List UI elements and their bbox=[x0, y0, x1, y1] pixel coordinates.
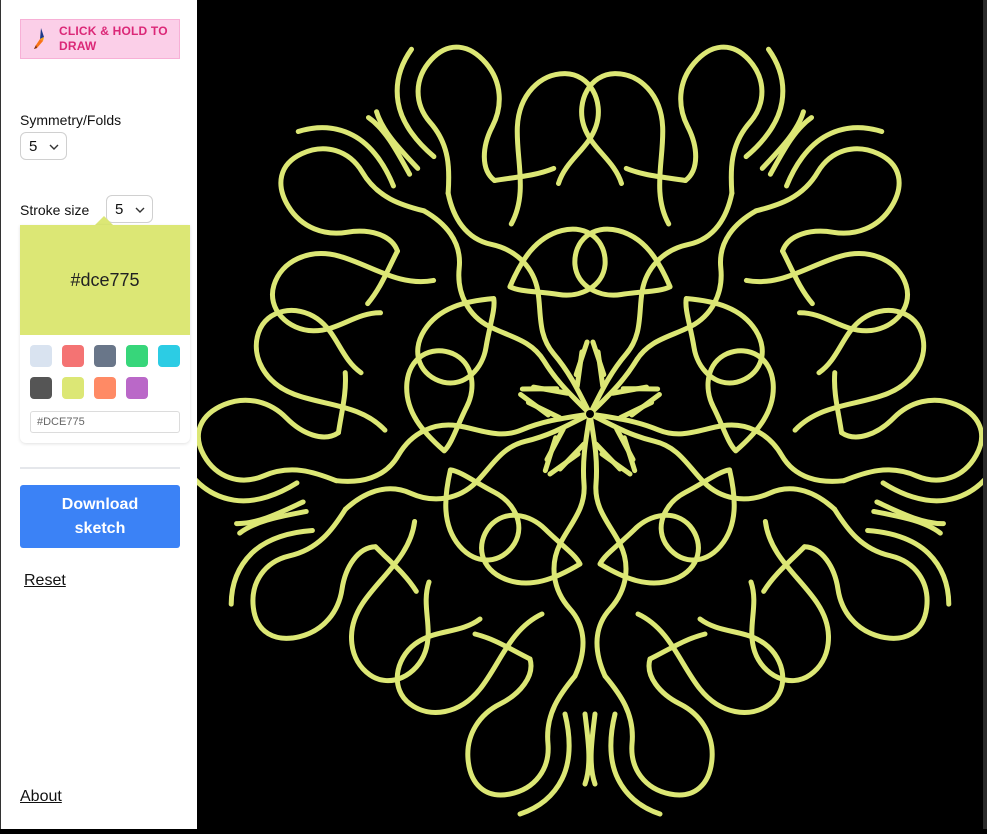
drawing-stroke bbox=[530, 384, 571, 396]
drawing-stroke bbox=[587, 411, 847, 484]
drawing-stroke-group bbox=[185, 308, 593, 527]
drawing-stroke bbox=[593, 441, 623, 472]
draw-hint-text: CLICK & HOLD TO DRAW bbox=[59, 24, 168, 53]
color-swatch[interactable] bbox=[94, 345, 116, 367]
symmetry-select[interactable]: 5 bbox=[20, 132, 67, 160]
chevron-down-icon bbox=[49, 144, 59, 150]
drawing-canvas[interactable] bbox=[185, 0, 987, 829]
drawing-stroke-group bbox=[572, 44, 806, 417]
divider bbox=[20, 467, 180, 469]
color-swatch[interactable] bbox=[126, 377, 148, 399]
download-sketch-button[interactable]: Download sketch bbox=[20, 485, 180, 548]
color-swatch[interactable] bbox=[126, 345, 148, 367]
symmetry-value: 5 bbox=[29, 137, 38, 155]
window-edge bbox=[983, 0, 987, 829]
drawing-stroke bbox=[582, 711, 592, 787]
drawing-stroke bbox=[547, 451, 581, 477]
about-link[interactable]: About bbox=[20, 788, 62, 806]
color-swatch[interactable] bbox=[30, 345, 52, 367]
draw-hint: CLICK & HOLD TO DRAW bbox=[20, 19, 180, 59]
drawing-stroke bbox=[597, 512, 701, 586]
brush-icon bbox=[34, 28, 44, 49]
drawing-stroke-group bbox=[394, 411, 623, 817]
drawing-stroke-group bbox=[587, 399, 952, 683]
drawing-stroke bbox=[579, 71, 672, 227]
color-picker: #dce775 #DCE775 bbox=[20, 225, 190, 443]
drawing-stroke bbox=[479, 512, 583, 586]
color-swatch[interactable] bbox=[62, 345, 84, 367]
color-swatch[interactable] bbox=[62, 377, 84, 399]
drawing-stroke bbox=[349, 518, 432, 683]
drawing-stroke bbox=[373, 544, 419, 594]
drawing-stroke-group bbox=[228, 399, 593, 683]
color-swatch[interactable] bbox=[158, 345, 180, 367]
stroke-size-value: 5 bbox=[115, 200, 124, 218]
symmetry-label: Symmetry/Folds bbox=[20, 112, 122, 128]
symmetry-drawing bbox=[185, 44, 987, 817]
drawing-stroke bbox=[333, 411, 593, 484]
hex-color-input[interactable]: #DCE775 bbox=[30, 411, 180, 433]
drawing-stroke bbox=[508, 71, 601, 227]
drawing-stroke bbox=[748, 518, 831, 683]
drawing-stroke bbox=[492, 165, 557, 184]
sidebar: CLICK & HOLD TO DRAW Symmetry/Folds 5 St… bbox=[0, 0, 197, 829]
color-swatch[interactable] bbox=[94, 377, 116, 399]
canvas-center-dot bbox=[586, 410, 594, 418]
drawing-stroke-group bbox=[374, 44, 608, 417]
drawing-stroke-group bbox=[587, 308, 987, 527]
reset-link[interactable]: Reset bbox=[24, 572, 66, 590]
drawing-stroke bbox=[270, 251, 437, 334]
drawing-stroke bbox=[588, 711, 598, 787]
current-color-preview: #dce775 bbox=[20, 225, 190, 335]
drawing-stroke-group bbox=[270, 115, 593, 417]
drawing-stroke bbox=[518, 391, 551, 418]
drawing-stroke bbox=[761, 544, 807, 594]
color-swatch[interactable] bbox=[30, 377, 52, 399]
current-color-label: #dce775 bbox=[70, 269, 140, 290]
drawing-stroke bbox=[743, 251, 910, 334]
drawing-stroke-group bbox=[557, 411, 786, 817]
drawing-stroke-group bbox=[587, 115, 910, 417]
drawing-stroke bbox=[623, 165, 688, 184]
stroke-size-label: Stroke size bbox=[20, 202, 90, 218]
chevron-down-icon bbox=[135, 207, 145, 213]
